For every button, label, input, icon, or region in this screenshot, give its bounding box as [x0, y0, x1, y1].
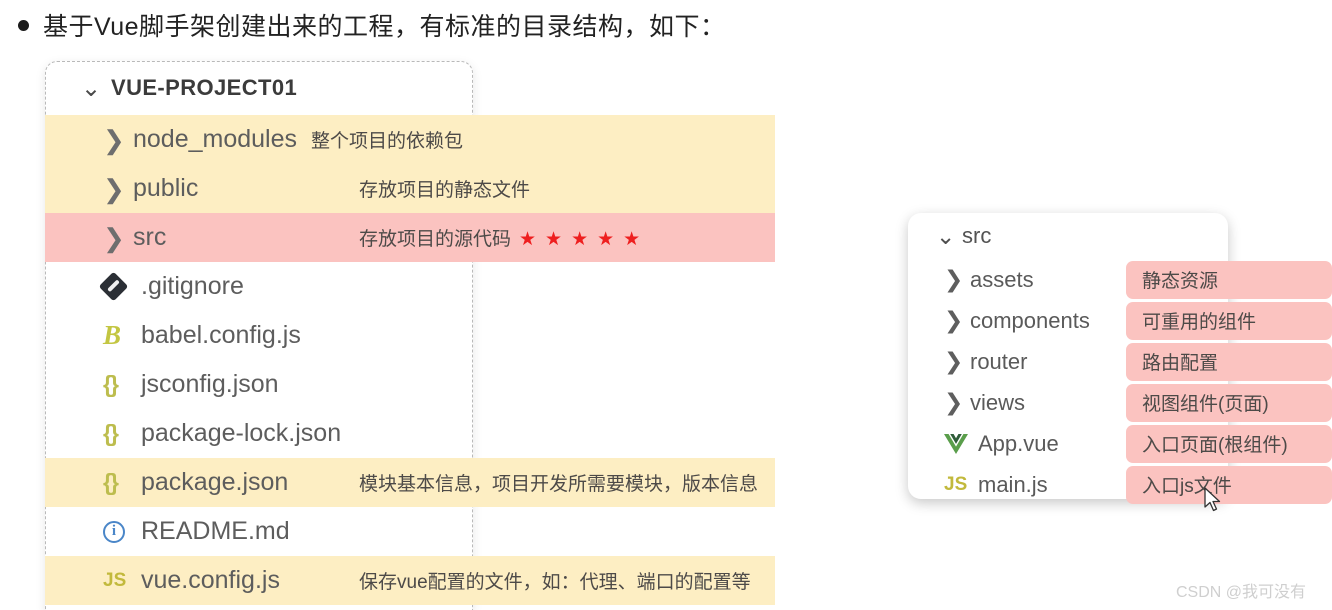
- chevron-right-icon[interactable]: ❯: [944, 389, 970, 416]
- src-root-label: src: [962, 223, 992, 248]
- babel-icon: B: [103, 320, 122, 350]
- explorer-row[interactable]: ❯ public 存放项目的静态文件: [45, 164, 775, 213]
- json-braces-icon: {}: [103, 469, 119, 495]
- file-name-label: node_modules: [133, 125, 298, 153]
- src-annotation-tag: 静态资源: [1126, 260, 1332, 299]
- chevron-right-icon[interactable]: ❯: [103, 225, 133, 251]
- bullet-icon: [18, 19, 29, 31]
- explorer-row[interactable]: ❯ src 存放项目的源代码 ★★★★★: [45, 213, 775, 262]
- src-annotation-tag: 路由配置: [1126, 342, 1332, 381]
- chevron-right-icon[interactable]: ❯: [944, 266, 970, 293]
- file-name-label: package-lock.json: [141, 419, 342, 447]
- src-root-row[interactable]: ⌄ src: [908, 213, 1228, 259]
- src-annotation-tag: 可重用的组件: [1126, 301, 1332, 340]
- js-file-icon: JS: [103, 569, 127, 591]
- git-file-icon: [98, 271, 141, 302]
- src-item-label: components: [970, 307, 1090, 333]
- headline-text: 基于Vue脚手架创建出来的工程，有标准的目录结构，如下：: [43, 13, 726, 41]
- explorer-row[interactable]: ❯ node_modules 整个项目的依赖包: [45, 115, 775, 164]
- row-annotation: 整个项目的依赖包: [311, 131, 464, 152]
- headline: 基于Vue脚手架创建出来的工程，有标准的目录结构，如下：: [18, 4, 1018, 46]
- mouse-pointer-icon: [1204, 487, 1222, 513]
- src-item-label: main.js: [978, 471, 1048, 497]
- chevron-right-icon[interactable]: ❯: [944, 348, 970, 375]
- json-braces-icon: {}: [103, 371, 119, 397]
- vue-logo-icon: [944, 433, 978, 454]
- src-item-label: router: [970, 348, 1028, 374]
- project-root-row[interactable]: ⌄ VUE-PROJECT01: [45, 61, 473, 115]
- src-annotation-tag: 视图组件(页面): [1126, 383, 1332, 422]
- json-braces-icon: {}: [103, 420, 119, 446]
- file-name-label: vue.config.js: [141, 566, 280, 594]
- src-item-label: views: [970, 389, 1026, 415]
- row-annotation: 存放项目的源代码 ★★★★★: [359, 229, 650, 250]
- info-circle-icon: i: [103, 520, 141, 543]
- src-item-label: assets: [970, 266, 1034, 292]
- src-row[interactable]: App.vue 入口页面(根组件): [908, 423, 1332, 464]
- src-annotation-tag: 入口页面(根组件): [1126, 424, 1332, 463]
- src-row[interactable]: ❯ components 可重用的组件: [908, 300, 1332, 341]
- file-name-label: package.json: [141, 468, 289, 496]
- explorer-row[interactable]: .gitignore: [45, 262, 775, 311]
- project-explorer-rows: ❯ node_modules 整个项目的依赖包 ❯ public 存放项目的静态文件 ❯ sr…: [45, 61, 775, 610]
- explorer-row[interactable]: {} package-lock.json: [45, 409, 775, 458]
- row-annotation: 保存vue配置的文件，如：代理、端口的配置等: [359, 572, 751, 593]
- chevron-right-icon[interactable]: ❯: [103, 127, 133, 153]
- src-row[interactable]: ❯ router 路由配置: [908, 341, 1332, 382]
- explorer-row[interactable]: Bbabel.config.js: [45, 311, 775, 360]
- explorer-row[interactable]: {} package.json 模块基本信息，项目开发所需要模块，版本信息: [45, 458, 775, 507]
- file-name-label: .gitignore: [141, 272, 244, 300]
- file-name-label: README.md: [141, 517, 290, 545]
- chevron-right-icon[interactable]: ❯: [103, 176, 133, 202]
- file-name-label: jsconfig.json: [141, 370, 279, 398]
- chevron-down-icon[interactable]: ⌄: [936, 223, 962, 250]
- explorer-row[interactable]: i README.md: [45, 507, 775, 556]
- js-file-icon: JS: [944, 473, 968, 495]
- project-name-label: VUE-PROJECT01: [111, 75, 298, 100]
- chevron-down-icon[interactable]: ⌄: [81, 74, 111, 103]
- chevron-right-icon[interactable]: ❯: [944, 307, 970, 334]
- csdn-watermark: CSDN @我可没有: [1176, 584, 1307, 601]
- explorer-row[interactable]: {} jsconfig.json: [45, 360, 775, 409]
- file-name-label: babel.config.js: [141, 321, 301, 349]
- file-name-label: public: [133, 174, 199, 202]
- row-annotation: 存放项目的静态文件: [359, 180, 531, 201]
- row-annotation: 模块基本信息，项目开发所需要模块，版本信息: [359, 474, 759, 495]
- file-name-label: src: [133, 223, 167, 251]
- importance-stars: ★★★★★: [519, 229, 650, 250]
- src-item-label: App.vue: [978, 430, 1059, 456]
- explorer-row[interactable]: JS vue.config.js 保存vue配置的文件，如：代理、端口的配置等: [45, 556, 775, 605]
- src-row[interactable]: ❯ views 视图组件(页面): [908, 382, 1332, 423]
- src-annotation-tag: 入口js文件: [1126, 465, 1332, 504]
- src-row[interactable]: ❯ assets 静态资源: [908, 259, 1332, 300]
- src-row[interactable]: JS main.js 入口js文件: [908, 464, 1332, 505]
